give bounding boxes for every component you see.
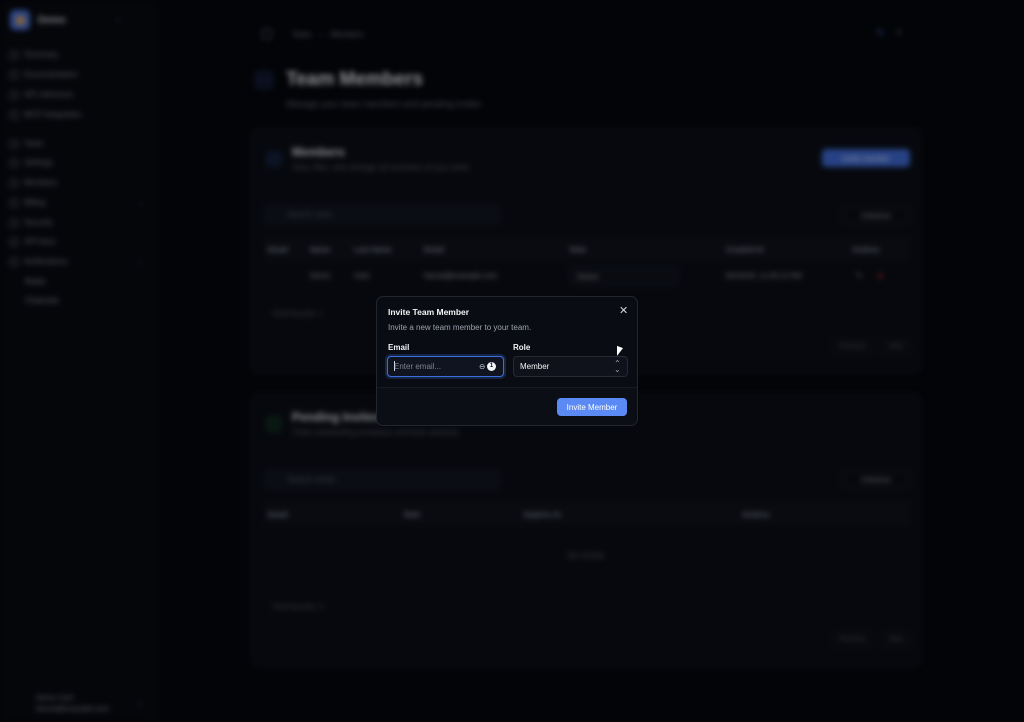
autofill-icon[interactable]: 1 xyxy=(487,362,496,371)
dialog-title: Invite Team Member xyxy=(388,307,470,317)
close-icon[interactable]: ✕ xyxy=(619,305,628,317)
role-select-value: Member xyxy=(520,362,550,371)
role-select[interactable]: Member ⌃ ⌄ xyxy=(513,356,628,377)
mouse-cursor xyxy=(617,345,623,359)
chevron-updown-icon: ⌃ ⌄ xyxy=(614,359,621,374)
role-label: Role xyxy=(513,343,531,352)
invite-member-submit-button[interactable]: Invite Member xyxy=(557,398,627,416)
email-label: Email xyxy=(388,343,410,352)
password-manager-icon[interactable]: ⊖ xyxy=(479,362,485,371)
dialog-footer: Invite Member xyxy=(377,387,637,425)
invite-dialog: Invite Team Member Invite a new team mem… xyxy=(376,296,638,426)
text-caret xyxy=(394,361,395,371)
dialog-description: Invite a new team member to your team. xyxy=(388,323,532,332)
